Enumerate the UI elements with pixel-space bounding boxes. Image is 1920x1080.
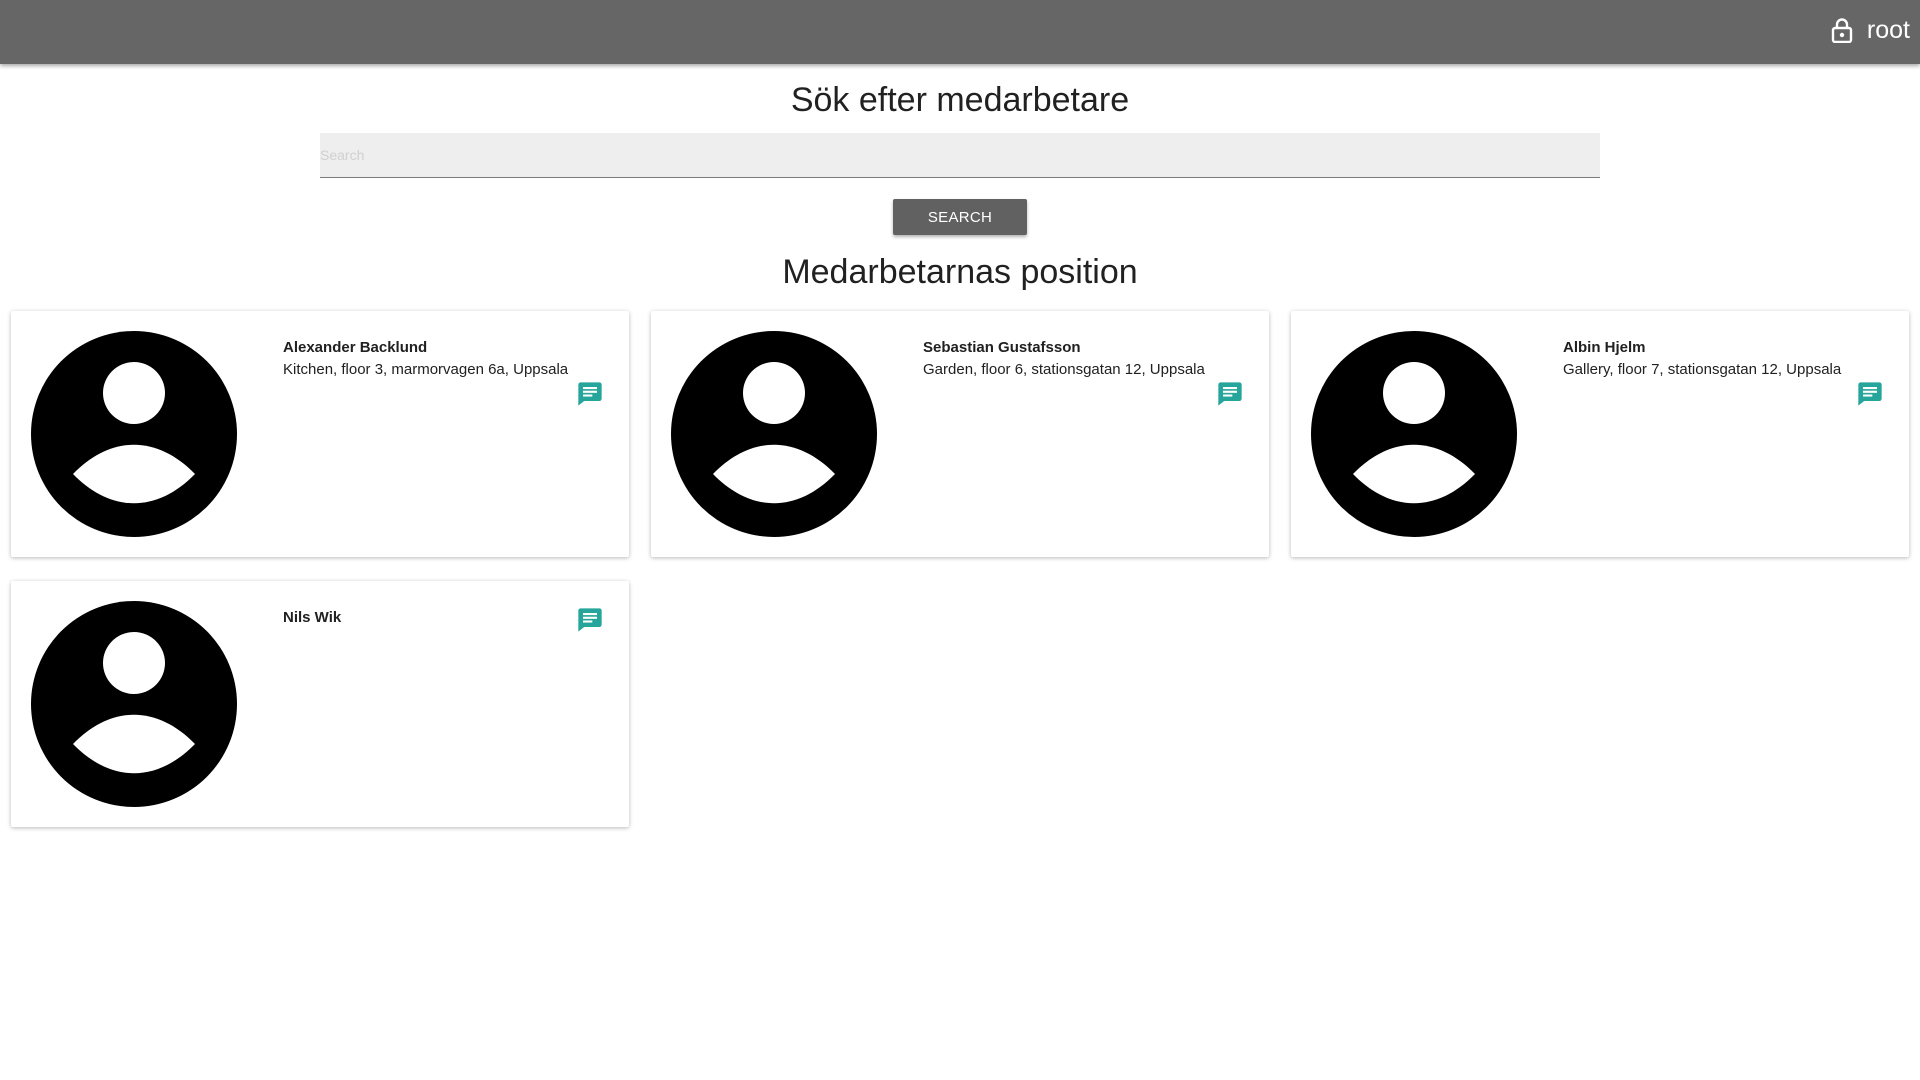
chat-icon[interactable] xyxy=(576,606,604,634)
search-button[interactable]: SEARCH xyxy=(893,199,1027,235)
account-circle-icon xyxy=(31,331,237,537)
employee-card: Nils Wik xyxy=(11,581,629,827)
chat-icon[interactable] xyxy=(576,380,604,408)
employee-name: Alexander Backlund xyxy=(283,339,428,356)
user-name: root xyxy=(1866,15,1910,44)
employee-card: Sebastian Gustafsson Garden, floor 6, st… xyxy=(651,311,1269,557)
top-app-bar: root xyxy=(0,0,1920,64)
employee-card: Alexander Backlund Kitchen, floor 3, mar… xyxy=(11,311,629,557)
account-circle-icon xyxy=(31,601,237,807)
employee-name: Albin Hjelm xyxy=(1563,339,1646,356)
employee-location: Garden, floor 6, stationsgatan 12, Uppsa… xyxy=(923,361,1205,378)
employee-card: Albin Hjelm Gallery, floor 7, stationsga… xyxy=(1291,311,1909,557)
search-input[interactable] xyxy=(320,133,1600,178)
account-circle-icon xyxy=(1311,331,1517,537)
employee-name: Sebastian Gustafsson xyxy=(923,339,1081,356)
chat-icon[interactable] xyxy=(1216,380,1244,408)
search-title: Sök efter medarbetare xyxy=(790,81,1130,119)
employee-name: Nils Wik xyxy=(283,609,342,626)
account-circle-icon xyxy=(671,331,877,537)
employee-location: Gallery, floor 7, stationsgatan 12, Upps… xyxy=(1563,361,1842,378)
positions-title: Medarbetarnas position xyxy=(782,253,1138,291)
user-account[interactable]: root xyxy=(1831,0,1910,60)
employee-location: Kitchen, floor 3, marmorvagen 6a, Uppsal… xyxy=(283,361,569,378)
chat-icon[interactable] xyxy=(1856,380,1884,408)
lock-icon xyxy=(1831,18,1853,43)
